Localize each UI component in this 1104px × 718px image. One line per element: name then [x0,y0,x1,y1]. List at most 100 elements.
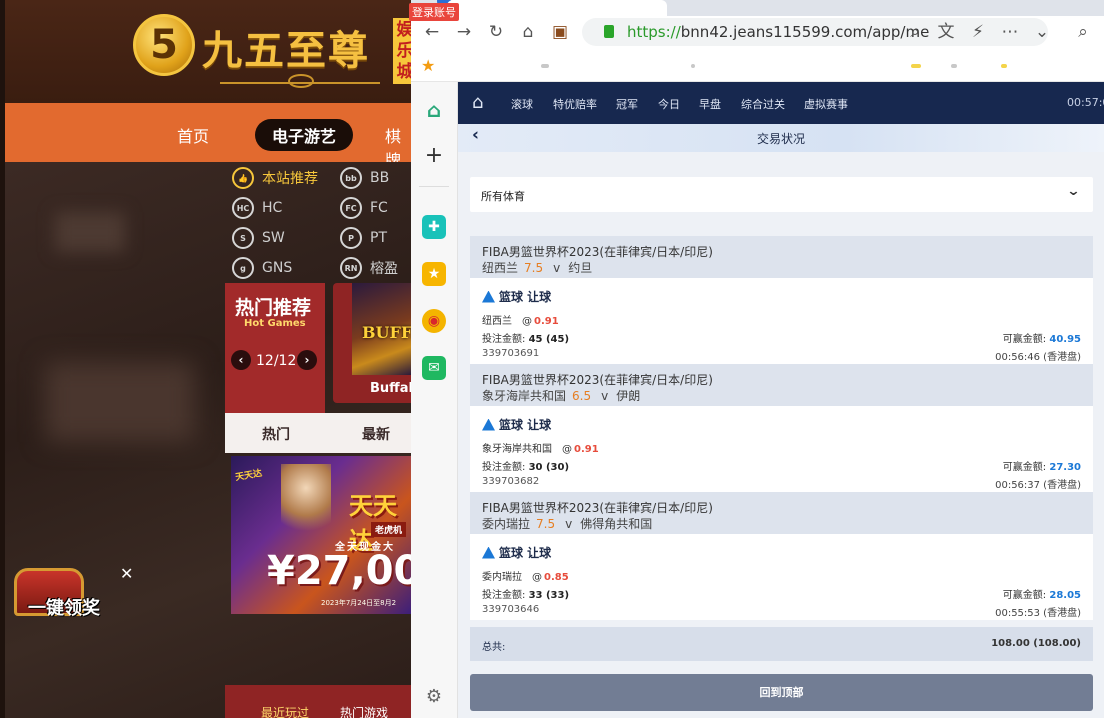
provider-bb[interactable]: bb BB [340,163,389,193]
provider-recommended[interactable]: 👍 本站推荐 [232,163,318,193]
browser-window: ← → ↻ ⌂ ▣ https://bnn42.jeans115599.com/… [411,0,1104,718]
sport-dropdown[interactable]: 所有体育 ⌄ [470,177,1093,212]
tab-hot[interactable]: 热门 [262,424,290,444]
blurred-background [45,362,195,442]
back-to-top-button[interactable]: 回到顶部 [470,674,1093,711]
nav-in-play[interactable]: 滚球 [511,96,533,112]
provider-pt[interactable]: P PT [340,223,387,253]
plus-icon[interactable]: + [422,144,446,168]
favorites-star-icon[interactable]: ★ [422,262,446,286]
nav-electronic-games[interactable]: 电子游艺 [255,119,354,151]
tab-recently-played[interactable]: 最近玩过 [261,704,309,718]
home-icon[interactable]: ⌂ [517,21,539,43]
bet-time: 00:56:46 (香港盘) [995,352,1081,363]
bet-potential-win: 可赢金额: 27.30 [1003,458,1081,473]
banner-brand: 天天达 [234,468,263,484]
stake-label: 投注金额: [482,462,529,473]
bookmark-item[interactable] [541,64,549,68]
bet-type: 篮球 让球 [482,544,551,561]
bet-details: 篮球 让球 委内瑞拉 @0.85 投注金额: 33 (33) 可赢金额: 28.0… [470,534,1093,620]
page-counter: 12/12 [256,353,297,369]
weibo-icon[interactable]: ◉ [422,309,446,333]
page-title: 交易状况 [756,132,805,146]
game-card-name: Buffalo [370,381,411,396]
banner-character [281,464,331,544]
reward-chest-widget[interactable]: 一键领奖 [8,560,116,630]
stake-label: 投注金额: [482,334,529,345]
login-badge[interactable]: 登录账号 [409,3,459,21]
zoom-icon[interactable]: ⌕ [904,21,926,43]
home-team: 象牙海岸共和国 [482,389,567,403]
versus: v [565,517,573,531]
nav-early[interactable]: 早盘 [699,96,721,112]
close-icon[interactable]: ✕ [120,564,133,583]
bookmarks-bar: ★ [411,48,1104,82]
browser-tab[interactable] [447,0,667,16]
nav-parlay[interactable]: 综合过关 [741,96,785,112]
logo-tag: 娱乐城 [393,18,411,84]
provider-gns[interactable]: g GNS [232,253,292,283]
bookmark-item[interactable] [1001,64,1007,68]
hot-games-title: 热门推荐 [235,297,312,319]
nav-special-odds[interactable]: 特优赔率 [553,96,597,112]
more-icon[interactable]: ⋯ [999,21,1021,43]
forward-arrow-icon[interactable]: → [453,21,475,43]
bet-league: FIBA男篮世界杯2023(在菲律宾/日本/印尼) [482,373,713,387]
handicap-line: 7.5 [536,517,556,531]
bet-potential-win: 可赢金额: 28.05 [1003,586,1081,601]
game-card-buffalo[interactable]: BUFFALO Buffalo [333,283,411,403]
sidebar-divider [419,186,449,187]
warning-icon [482,546,495,559]
bet-item: FIBA男篮世界杯2023(在菲律宾/日本/印尼) 委内瑞拉 7.5 v 佛得角共和国… [470,492,1093,620]
chevron-right-icon[interactable]: › [297,350,317,370]
provider-label: 本站推荐 [262,171,318,187]
total-label: 总共: [482,642,506,653]
provider-sw[interactable]: S SW [232,223,285,253]
tab-hot-games[interactable]: 热门游戏 [340,704,388,718]
gear-icon[interactable]: ⚙ [422,685,446,709]
banner-subtitle: 老虎机 [371,522,407,537]
nav-virtual[interactable]: 虚拟赛事 [804,96,848,112]
provider-hc[interactable]: HC HC [232,193,282,223]
browser-toolbar: ← → ↻ ⌂ ▣ https://bnn42.jeans115599.com/… [411,16,1104,48]
banner-amount: ¥27,000 [267,548,411,594]
nav-home[interactable]: 首页 [177,123,209,147]
url-text[interactable]: https://bnn42.jeans115599.com/app/me [627,23,929,41]
page-header: ‹ 交易状况 [458,124,1104,152]
briefcase-icon[interactable]: ▣ [549,21,571,43]
home-icon[interactable]: ⌂ [422,98,446,122]
promo-banner[interactable]: 天天达 天天达 老虎机 全天现金大 ¥27,000 2023年7月24日至8月2 [231,456,411,614]
provider-fc[interactable]: FC FC [340,193,388,223]
bet-header: FIBA男篮世界杯2023(在菲律宾/日本/印尼) 纽西兰 7.5 v 约旦 [470,236,1093,278]
star-icon[interactable]: ★ [421,56,435,75]
app-icon[interactable]: ✚ [422,215,446,239]
nav-outright[interactable]: 冠军 [616,96,638,112]
translate-icon[interactable]: 文 [935,21,957,43]
chevron-down-icon[interactable]: ⌄ [1031,21,1053,43]
bookmark-item[interactable] [951,64,957,68]
reload-icon[interactable]: ↻ [485,21,507,43]
search-icon[interactable]: ⌕ [1072,21,1094,43]
bottom-game-bar: 最近玩过 热门游戏 [225,685,411,718]
game-tabs: 热门 最新 [225,413,411,453]
bet-type-label: 篮球 让球 [499,418,552,432]
hot-games-subtitle: Hot Games [244,318,306,329]
back-arrow-icon[interactable]: ← [421,21,443,43]
bet-id: 339703646 [482,604,540,615]
win-label: 可赢金额: [1002,334,1050,345]
total-bar: 总共: 108.00 (108.00) [470,627,1093,661]
home-icon[interactable]: ⌂ [472,92,492,113]
lightning-icon[interactable]: ⚡ [967,21,989,43]
away-team: 约旦 [568,261,593,275]
bookmark-item[interactable] [911,64,921,68]
versus: v [601,389,609,403]
nav-today[interactable]: 今日 [658,96,680,112]
bet-details: 篮球 让球 纽西兰 @0.91 投注金额: 45 (45) 可赢金额: 40.95… [470,278,1093,364]
bet-match: 纽西兰 7.5 v 约旦 [482,259,592,276]
bookmark-item[interactable] [691,64,695,68]
tab-new[interactable]: 最新 [362,424,390,444]
mail-icon[interactable]: ✉ [422,356,446,380]
provider-rongying[interactable]: RN 榕盈 [340,253,398,283]
bet-type-label: 篮球 让球 [499,546,552,560]
chevron-left-icon[interactable]: ‹ [231,350,251,370]
